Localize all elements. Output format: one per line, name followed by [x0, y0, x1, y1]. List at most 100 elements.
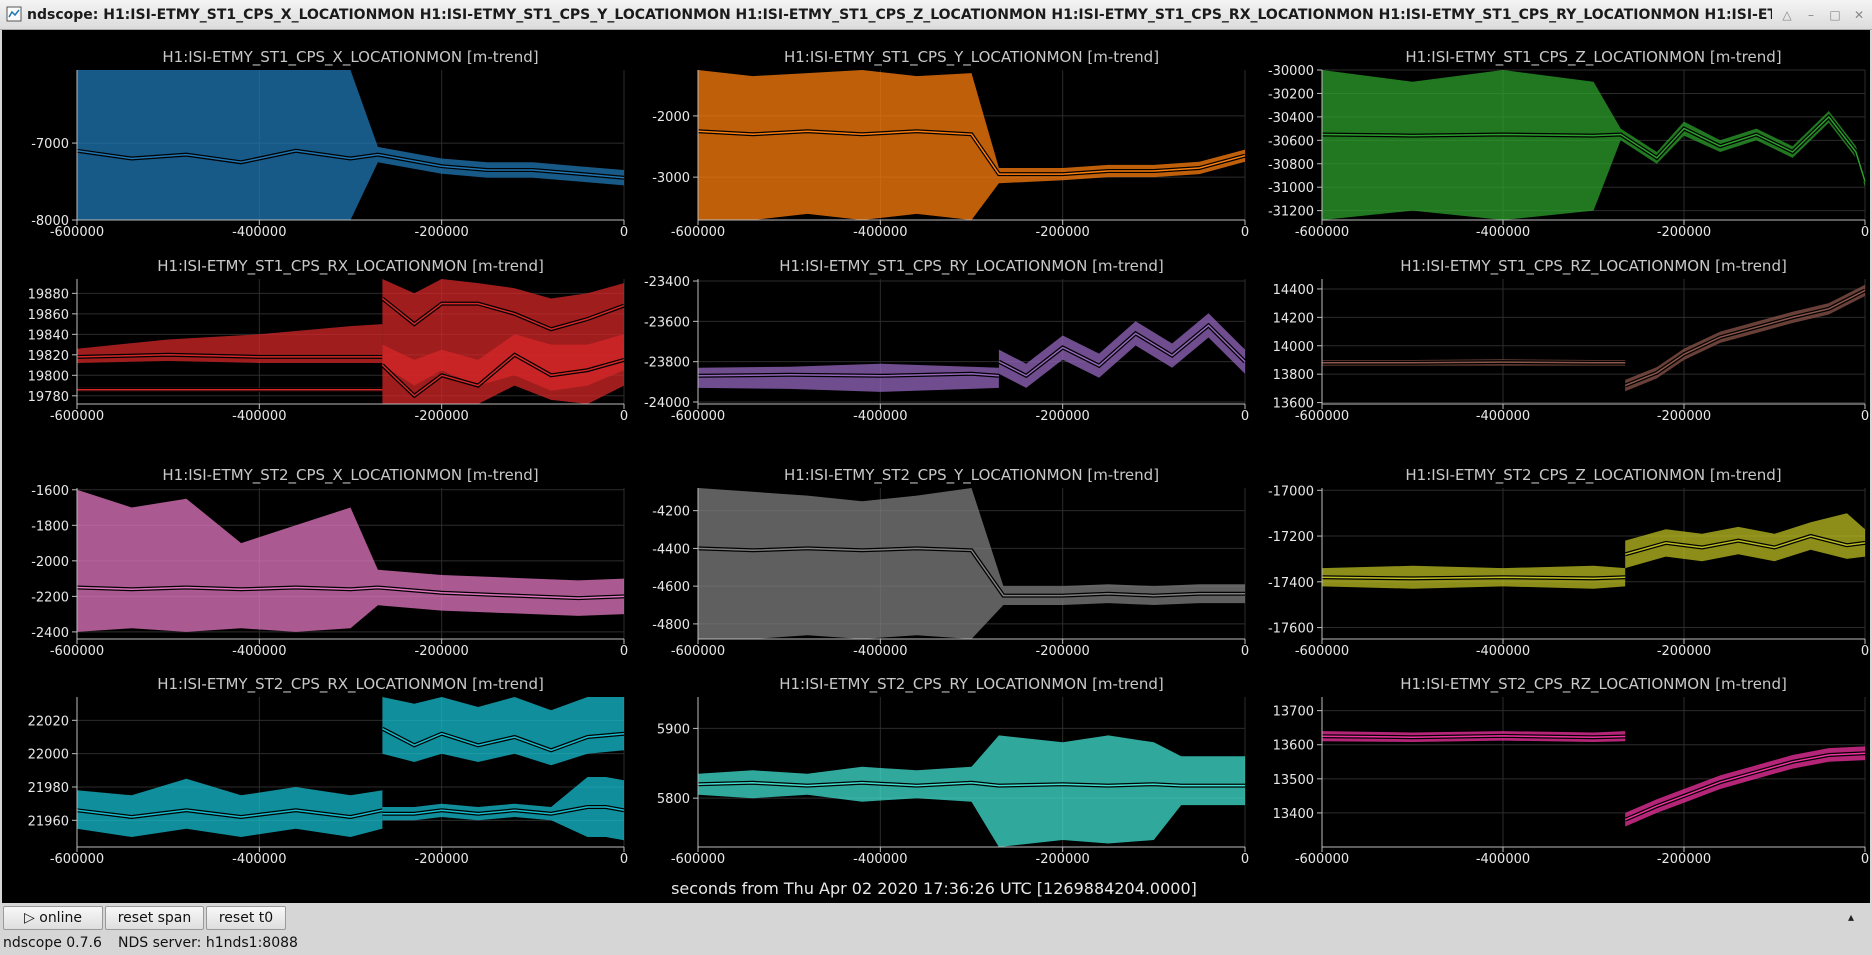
plot-panel[interactable]: H1:ISI-ETMY_ST1_CPS_X_LOCATIONMON [m-tre… [31, 48, 628, 240]
x-tick-label: -600000 [1295, 852, 1349, 867]
trend-envelope [382, 697, 624, 766]
x-tick-label: 0 [1861, 852, 1869, 867]
x-tick-label: -200000 [1657, 409, 1711, 424]
y-tick-label: -2000 [652, 110, 690, 125]
y-tick-label: 13800 [1273, 368, 1314, 383]
x-tick-label: -400000 [232, 225, 286, 240]
plot-panel[interactable]: H1:ISI-ETMY_ST1_CPS_RX_LOCATIONMON [m-tr… [28, 257, 629, 424]
x-axis-label: seconds from Thu Apr 02 2020 17:36:26 UT… [671, 879, 1197, 898]
x-tick-label: -600000 [1295, 225, 1349, 240]
x-tick-label: 0 [1241, 852, 1249, 867]
plot-panel[interactable]: H1:ISI-ETMY_ST2_CPS_RZ_LOCATIONMON [m-tr… [1273, 675, 1870, 867]
y-tick-label: -2400 [31, 626, 69, 641]
app-icon [6, 6, 22, 22]
y-tick-label: 14000 [1273, 340, 1314, 355]
plot-area[interactable]: seconds from Thu Apr 02 2020 17:36:26 UT… [2, 30, 1870, 903]
y-tick-label: -31200 [1268, 205, 1314, 220]
x-tick-label: -600000 [671, 644, 725, 659]
y-tick-label: -17400 [1268, 576, 1314, 591]
window-maximize-icon[interactable]: □ [1826, 6, 1844, 24]
y-tick-label: 13500 [1273, 773, 1314, 788]
plot-title: H1:ISI-ETMY_ST2_CPS_RX_LOCATIONMON [m-tr… [157, 675, 544, 694]
x-tick-label: -400000 [232, 409, 286, 424]
y-tick-label: -17600 [1268, 622, 1314, 637]
plot-title: H1:ISI-ETMY_ST1_CPS_RX_LOCATIONMON [m-tr… [157, 257, 544, 276]
plot-title: H1:ISI-ETMY_ST1_CPS_X_LOCATIONMON [m-tre… [162, 48, 538, 67]
y-tick-label: 14200 [1273, 311, 1314, 326]
x-tick-label: -200000 [415, 644, 469, 659]
y-tick-label: -7000 [31, 137, 69, 152]
y-tick-label: -23600 [644, 315, 690, 330]
x-tick-label: -200000 [1657, 852, 1711, 867]
y-tick-label: -1600 [31, 484, 69, 499]
plot-panel[interactable]: H1:ISI-ETMY_ST2_CPS_Z_LOCATIONMON [m-tre… [1268, 466, 1869, 659]
x-tick-label: -200000 [415, 852, 469, 867]
window-close-icon[interactable]: ✕ [1850, 6, 1868, 24]
y-tick-label: 19840 [28, 328, 69, 343]
plot-title: H1:ISI-ETMY_ST1_CPS_Y_LOCATIONMON [m-tre… [784, 48, 1159, 67]
y-tick-label: -30600 [1268, 134, 1314, 149]
trend-envelope [1625, 284, 1865, 392]
plot-title: H1:ISI-ETMY_ST2_CPS_RZ_LOCATIONMON [m-tr… [1400, 675, 1787, 694]
y-tick-label: -23800 [644, 356, 690, 371]
y-tick-label: -3000 [652, 171, 690, 186]
trend-envelope [698, 363, 999, 392]
plot-panel[interactable]: H1:ISI-ETMY_ST1_CPS_RY_LOCATIONMON [m-tr… [644, 257, 1249, 424]
plot-panel[interactable]: H1:ISI-ETMY_ST2_CPS_X_LOCATIONMON [m-tre… [31, 466, 628, 659]
y-tick-label: -4800 [652, 618, 690, 633]
y-tick-label: -4400 [652, 542, 690, 557]
y-tick-label: -17000 [1268, 484, 1314, 499]
x-tick-label: -200000 [415, 409, 469, 424]
y-tick-label: 13600 [1273, 739, 1314, 754]
window-minimize-icon[interactable]: – [1802, 6, 1820, 24]
x-tick-label: 0 [620, 409, 628, 424]
online-button[interactable]: ▷ online [3, 906, 103, 930]
window-title: ndscope: H1:ISI-ETMY_ST1_CPS_X_LOCATIONM… [27, 7, 1772, 23]
y-tick-label: -31000 [1268, 181, 1314, 196]
x-tick-label: 0 [1861, 644, 1869, 659]
x-tick-label: -400000 [232, 644, 286, 659]
plot-panel[interactable]: H1:ISI-ETMY_ST2_CPS_Y_LOCATIONMON [m-tre… [652, 466, 1249, 659]
x-tick-label: -600000 [50, 644, 104, 659]
x-tick-label: -400000 [853, 644, 907, 659]
plot-panel[interactable]: H1:ISI-ETMY_ST1_CPS_Y_LOCATIONMON [m-tre… [652, 48, 1249, 240]
plot-panel[interactable]: H1:ISI-ETMY_ST2_CPS_RX_LOCATIONMON [m-tr… [28, 675, 629, 867]
y-tick-label: 14400 [1273, 283, 1314, 298]
y-tick-label: 22000 [28, 748, 69, 763]
y-tick-label: 21980 [28, 781, 69, 796]
y-tick-label: 5900 [657, 722, 690, 737]
trend-envelope [1625, 746, 1865, 827]
x-tick-label: -600000 [1295, 644, 1349, 659]
y-tick-label: -30400 [1268, 111, 1314, 126]
y-tick-label: -4200 [652, 505, 690, 520]
x-tick-label: -400000 [853, 409, 907, 424]
plot-title: H1:ISI-ETMY_ST1_CPS_RZ_LOCATIONMON [m-tr… [1400, 257, 1787, 276]
x-tick-label: -400000 [1476, 409, 1530, 424]
y-tick-label: 19860 [28, 308, 69, 323]
y-tick-label: -8000 [31, 214, 69, 229]
x-tick-label: -400000 [1476, 225, 1530, 240]
x-tick-label: 0 [620, 225, 628, 240]
y-tick-label: -30000 [1268, 64, 1314, 79]
y-tick-label: -1800 [31, 519, 69, 534]
plot-grid[interactable]: seconds from Thu Apr 02 2020 17:36:26 UT… [2, 30, 1870, 903]
plot-panel[interactable]: H1:ISI-ETMY_ST1_CPS_Z_LOCATIONMON [m-tre… [1268, 48, 1869, 240]
x-tick-label: -400000 [853, 225, 907, 240]
plot-panel[interactable]: H1:ISI-ETMY_ST2_CPS_RY_LOCATIONMON [m-tr… [657, 675, 1249, 867]
plot-title: H1:ISI-ETMY_ST2_CPS_Z_LOCATIONMON [m-tre… [1405, 466, 1781, 485]
reset-t0-button[interactable]: reset t0 [206, 906, 286, 930]
x-tick-label: -400000 [232, 852, 286, 867]
x-tick-label: -200000 [1036, 409, 1090, 424]
y-tick-label: -30200 [1268, 87, 1314, 102]
plot-panel[interactable]: H1:ISI-ETMY_ST1_CPS_RZ_LOCATIONMON [m-tr… [1273, 257, 1870, 424]
plot-title: H1:ISI-ETMY_ST2_CPS_Y_LOCATIONMON [m-tre… [784, 466, 1159, 485]
toolbar: ▷ online reset span reset t0 ▴ [0, 904, 1872, 932]
collapse-icon[interactable]: ▴ [1848, 910, 1854, 924]
x-tick-label: 0 [1861, 409, 1869, 424]
reset-span-button[interactable]: reset span [105, 906, 204, 930]
y-tick-label: -4600 [652, 580, 690, 595]
y-tick-label: -2200 [31, 590, 69, 605]
y-tick-label: 5800 [657, 792, 690, 807]
window-shade-icon[interactable]: △ [1778, 6, 1796, 24]
window-titlebar: ndscope: H1:ISI-ETMY_ST1_CPS_X_LOCATIONM… [0, 0, 1872, 30]
